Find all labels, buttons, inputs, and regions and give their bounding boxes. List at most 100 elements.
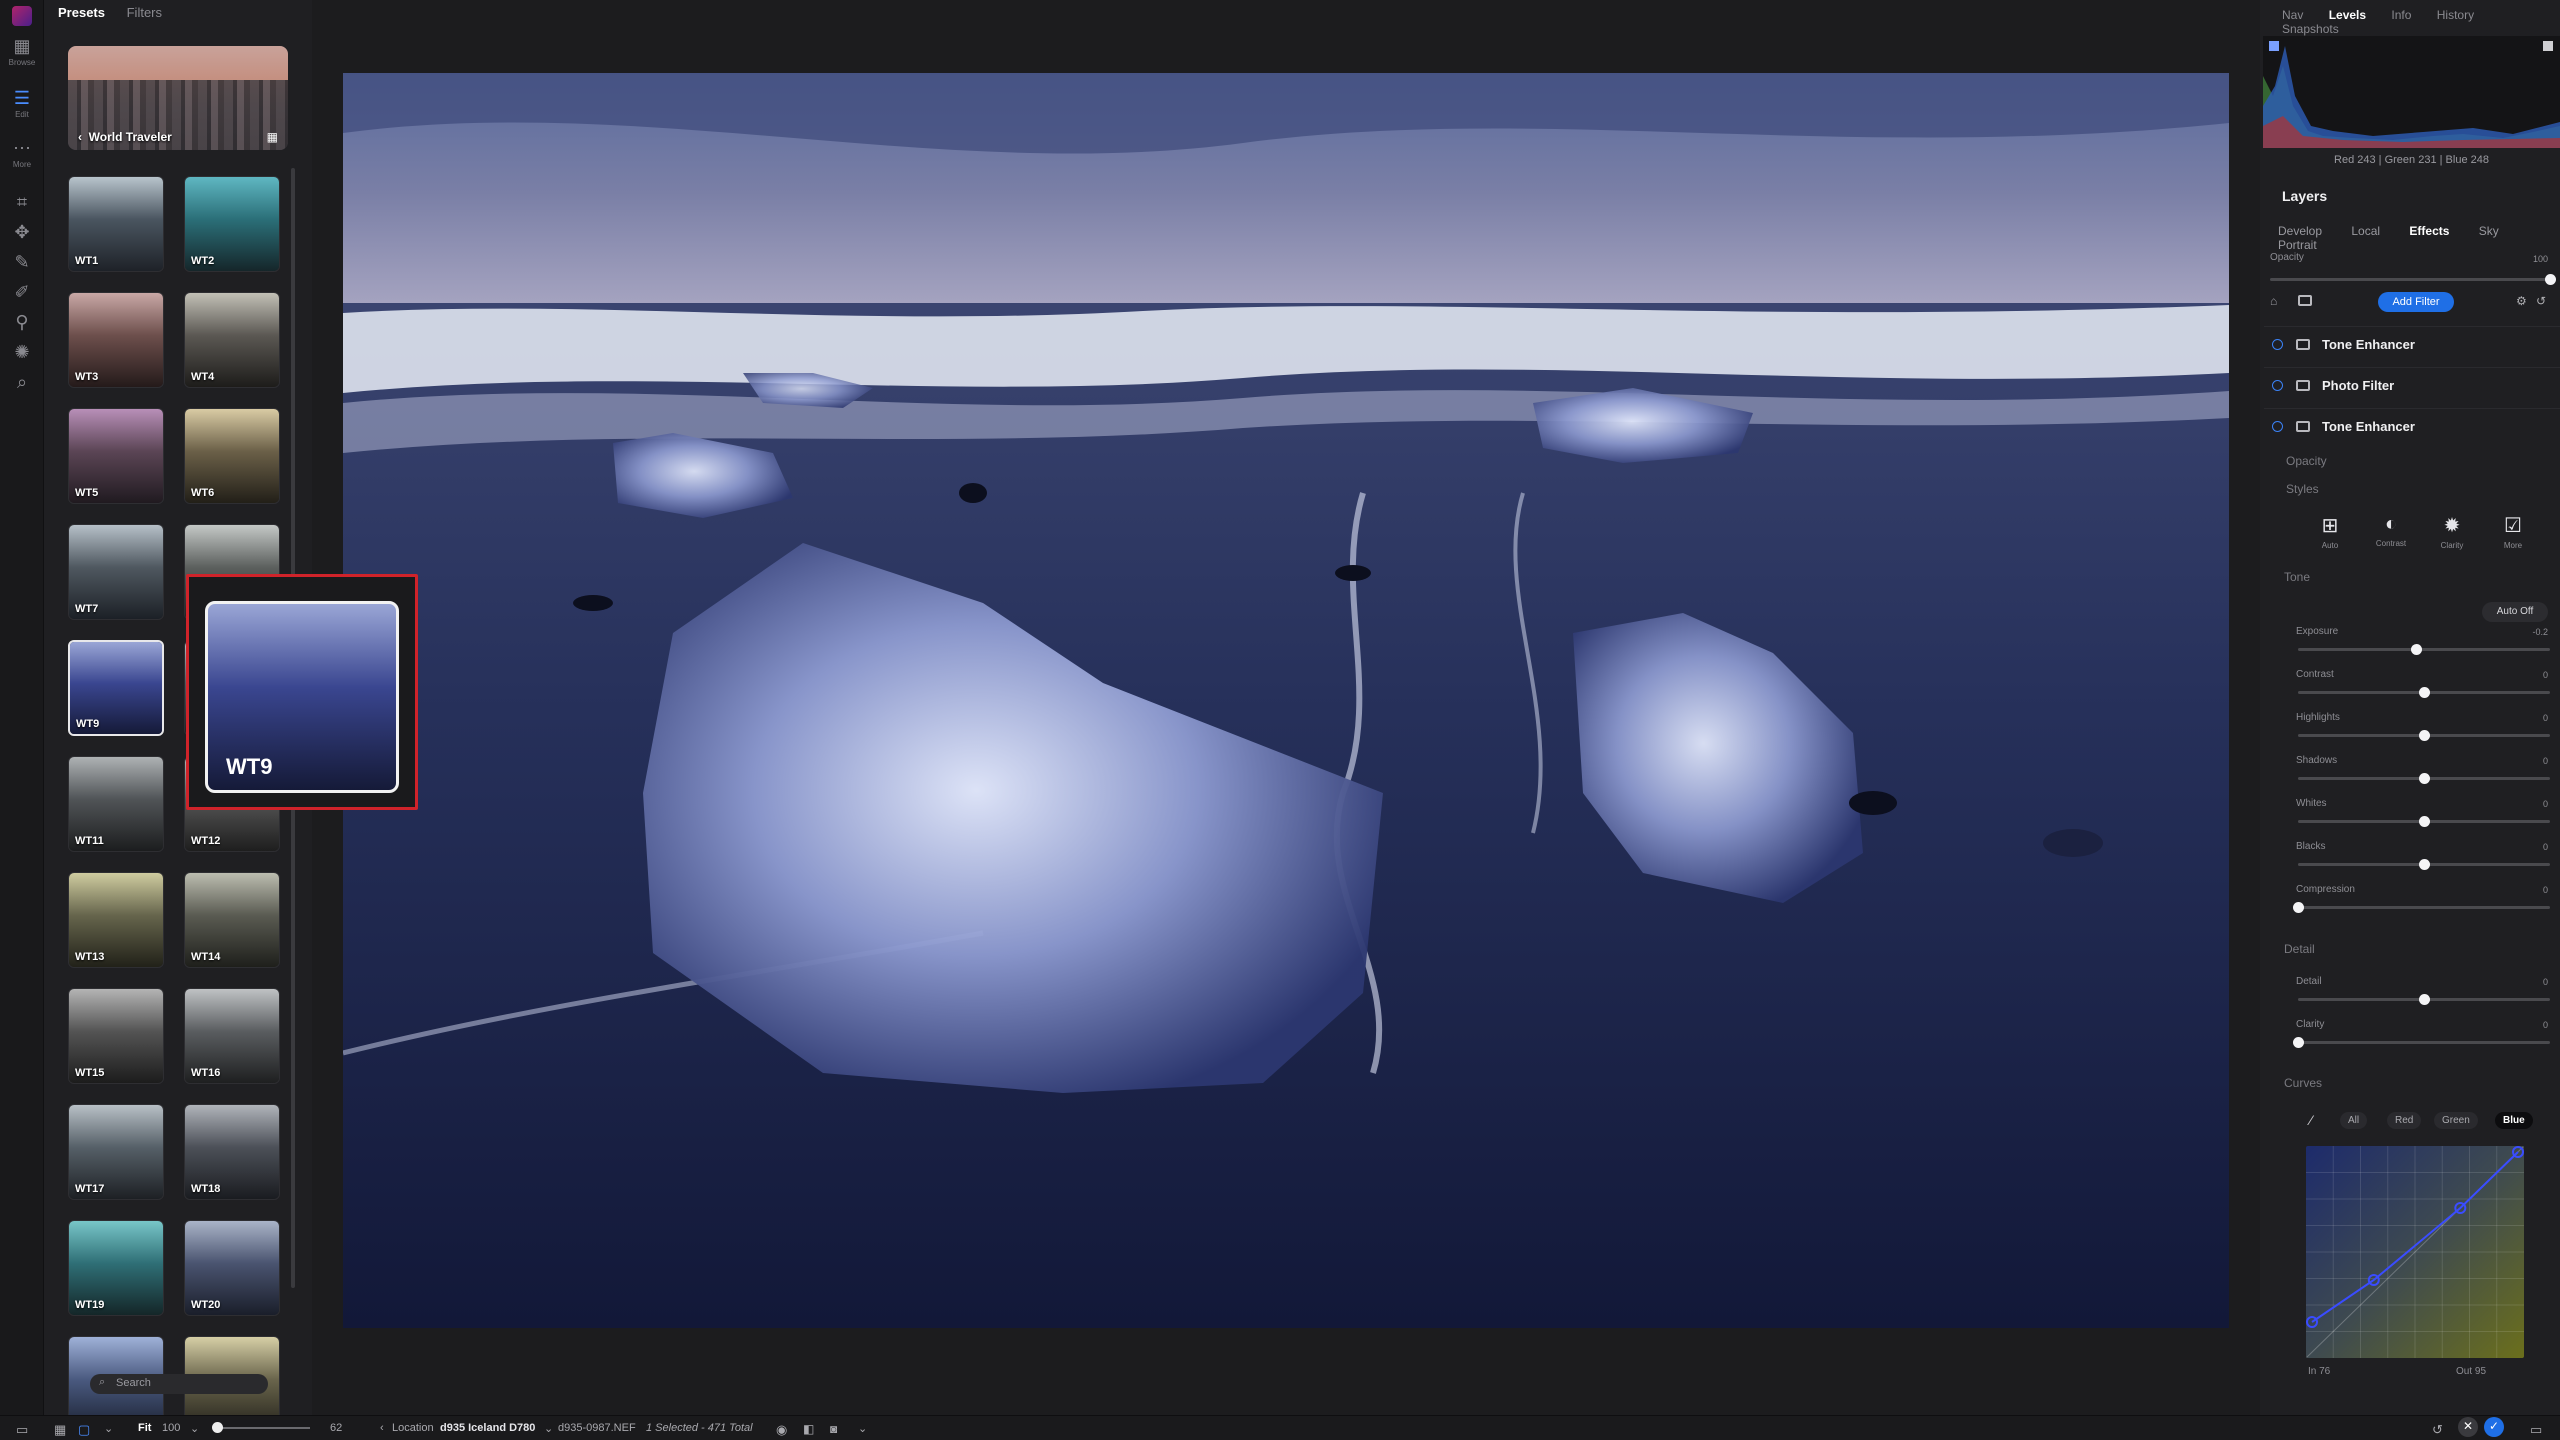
masking-icon[interactable]: ✺ — [8, 342, 36, 363]
preset-thumbnail[interactable]: WT20 — [184, 1220, 280, 1316]
filter-row[interactable]: Tone Enhancer — [2264, 408, 2560, 446]
slider-track[interactable] — [2298, 994, 2550, 1005]
contrast-style-button[interactable]: ◐ Contrast — [2367, 513, 2415, 548]
shadow-clip-icon[interactable] — [2269, 41, 2279, 51]
layer-visibility-icon[interactable]: ⌂ — [2270, 294, 2277, 308]
filter-row[interactable]: Photo Filter — [2264, 367, 2560, 405]
filter-mask-icon[interactable] — [2296, 421, 2310, 432]
clone-icon[interactable]: ⚲ — [8, 312, 36, 333]
curve-graph[interactable] — [2306, 1146, 2524, 1358]
view-dropdown-icon[interactable]: ⌄ — [104, 1422, 113, 1435]
filter-visibility-icon[interactable] — [2272, 339, 2283, 350]
preset-category-card[interactable]: ‹ World Traveler ▦ — [68, 46, 288, 150]
slider-knob[interactable] — [2419, 773, 2430, 784]
curve-picker-icon[interactable]: ⁄ — [2310, 1112, 2312, 1128]
folder-name[interactable]: d935 Iceland D780 — [440, 1422, 535, 1434]
fit-button[interactable]: Fit — [138, 1422, 151, 1434]
filter-mask-icon[interactable] — [2296, 339, 2310, 350]
auto-off-button[interactable]: Auto Off — [2482, 602, 2548, 622]
settings-icon[interactable]: ⚙ — [2516, 294, 2527, 308]
curve-channel-red[interactable]: Red — [2387, 1112, 2422, 1129]
tab-nav[interactable]: Nav — [2282, 8, 2303, 22]
slider-track[interactable] — [2298, 773, 2550, 784]
browse-icon[interactable]: ▦ Browse — [8, 36, 36, 67]
transform-icon[interactable]: ✥ — [8, 222, 36, 243]
brush-icon[interactable]: ✐ — [8, 282, 36, 303]
compare-icon[interactable]: ◧ — [803, 1422, 814, 1436]
mask-overlay-icon[interactable]: ◙ — [830, 1422, 837, 1436]
slider-knob[interactable] — [2293, 902, 2304, 913]
preset-thumbnail[interactable]: WT19 — [68, 1220, 164, 1316]
preset-thumbnail[interactable]: WT14 — [184, 872, 280, 968]
tab-snapshots[interactable]: Snapshots — [2282, 22, 2339, 36]
slider-track[interactable] — [2298, 687, 2550, 698]
filter-visibility-icon[interactable] — [2272, 421, 2283, 432]
slider-track[interactable] — [2298, 730, 2550, 741]
preset-thumbnail[interactable]: WT16 — [184, 988, 280, 1084]
grid-view-icon[interactable]: ▦ — [267, 130, 278, 144]
preset-thumbnail[interactable]: WT13 — [68, 872, 164, 968]
thumb-size-slider[interactable] — [218, 1427, 310, 1429]
slider-track[interactable] — [2298, 816, 2550, 827]
overlay-dropdown-icon[interactable]: ⌄ — [858, 1422, 867, 1435]
edit-icon[interactable]: ☰ Edit — [8, 88, 36, 119]
preview-eye-icon[interactable]: ◉ — [776, 1422, 787, 1438]
filter-row[interactable]: Tone Enhancer — [2264, 326, 2560, 364]
preset-thumbnail[interactable]: WT17 — [68, 1104, 164, 1200]
preset-thumbnail[interactable]: WT1 — [68, 176, 164, 272]
auto-style-button[interactable]: ⊞ Auto — [2306, 513, 2354, 550]
preset-thumbnail[interactable]: WT18 — [184, 1104, 280, 1200]
slider-knob[interactable] — [2419, 994, 2430, 1005]
preset-thumbnail[interactable]: WT6 — [184, 408, 280, 504]
slider-knob[interactable] — [2293, 1037, 2304, 1048]
preset-thumbnail[interactable]: WT15 — [68, 988, 164, 1084]
tab-history[interactable]: History — [2437, 8, 2474, 22]
crop-icon[interactable]: ⌗ — [8, 192, 36, 213]
preset-search-input[interactable]: ⌕ Search — [90, 1374, 268, 1394]
panel-toggle-icon[interactable]: ▭ — [16, 1422, 28, 1438]
more-icon[interactable]: ⋯ More — [8, 138, 36, 169]
apply-edit-button[interactable]: ✓ — [2484, 1417, 2504, 1437]
more-style-button[interactable]: ☑ More — [2489, 513, 2537, 550]
tab-filters[interactable]: Filters — [127, 5, 162, 20]
thumb-size-knob[interactable] — [212, 1422, 223, 1433]
folder-dropdown-icon[interactable]: ⌄ — [544, 1422, 553, 1435]
single-view-toggle-icon[interactable]: ▢ — [78, 1422, 90, 1438]
highlight-clip-icon[interactable] — [2543, 41, 2553, 51]
layer-mask-icon[interactable] — [2298, 295, 2312, 306]
add-filter-button[interactable]: Add Filter — [2378, 292, 2454, 312]
zoom-value[interactable]: 100 — [162, 1422, 180, 1434]
curve-editor[interactable] — [2306, 1146, 2524, 1358]
curve-channel-all[interactable]: All — [2340, 1112, 2368, 1129]
undo-icon[interactable]: ↺ — [2432, 1422, 2443, 1438]
slider-knob[interactable] — [2419, 816, 2430, 827]
filter-visibility-icon[interactable] — [2272, 380, 2283, 391]
tab-info[interactable]: Info — [2391, 8, 2411, 22]
tab-develop[interactable]: Develop — [2278, 224, 2322, 238]
slider-track[interactable] — [2298, 644, 2550, 655]
cancel-edit-button[interactable]: ✕ — [2458, 1417, 2478, 1437]
location-back-icon[interactable]: ‹ — [380, 1422, 384, 1434]
filter-mask-icon[interactable] — [2296, 380, 2310, 391]
reset-icon[interactable]: ↺ — [2536, 294, 2546, 308]
zoom-dropdown-icon[interactable]: ⌄ — [190, 1422, 199, 1435]
slider-knob[interactable] — [2419, 730, 2430, 741]
layer-opacity-slider[interactable] — [2270, 274, 2556, 285]
slider-knob[interactable] — [2419, 687, 2430, 698]
preset-thumbnail[interactable]: WT3 — [68, 292, 164, 388]
grid-view-toggle-icon[interactable]: ▦ — [54, 1422, 66, 1438]
slider-track[interactable] — [2293, 902, 2550, 913]
tab-portrait[interactable]: Portrait — [2278, 238, 2317, 252]
slider-track[interactable] — [2293, 1037, 2550, 1048]
tab-local[interactable]: Local — [2351, 224, 2380, 238]
slider-knob[interactable] — [2419, 859, 2430, 870]
main-photo[interactable] — [343, 73, 2229, 1328]
curve-channel-green[interactable]: Green — [2434, 1112, 2478, 1129]
preset-thumbnail[interactable]: WT4 — [184, 292, 280, 388]
preset-thumbnail[interactable]: WT9 — [68, 640, 164, 736]
search-tool-icon[interactable]: ⌕ — [8, 372, 36, 393]
slider-track[interactable] — [2298, 859, 2550, 870]
layer-opacity-knob[interactable] — [2545, 274, 2556, 285]
curve-channel-blue[interactable]: Blue — [2495, 1112, 2533, 1129]
retouch-icon[interactable]: ✎ — [8, 252, 36, 273]
